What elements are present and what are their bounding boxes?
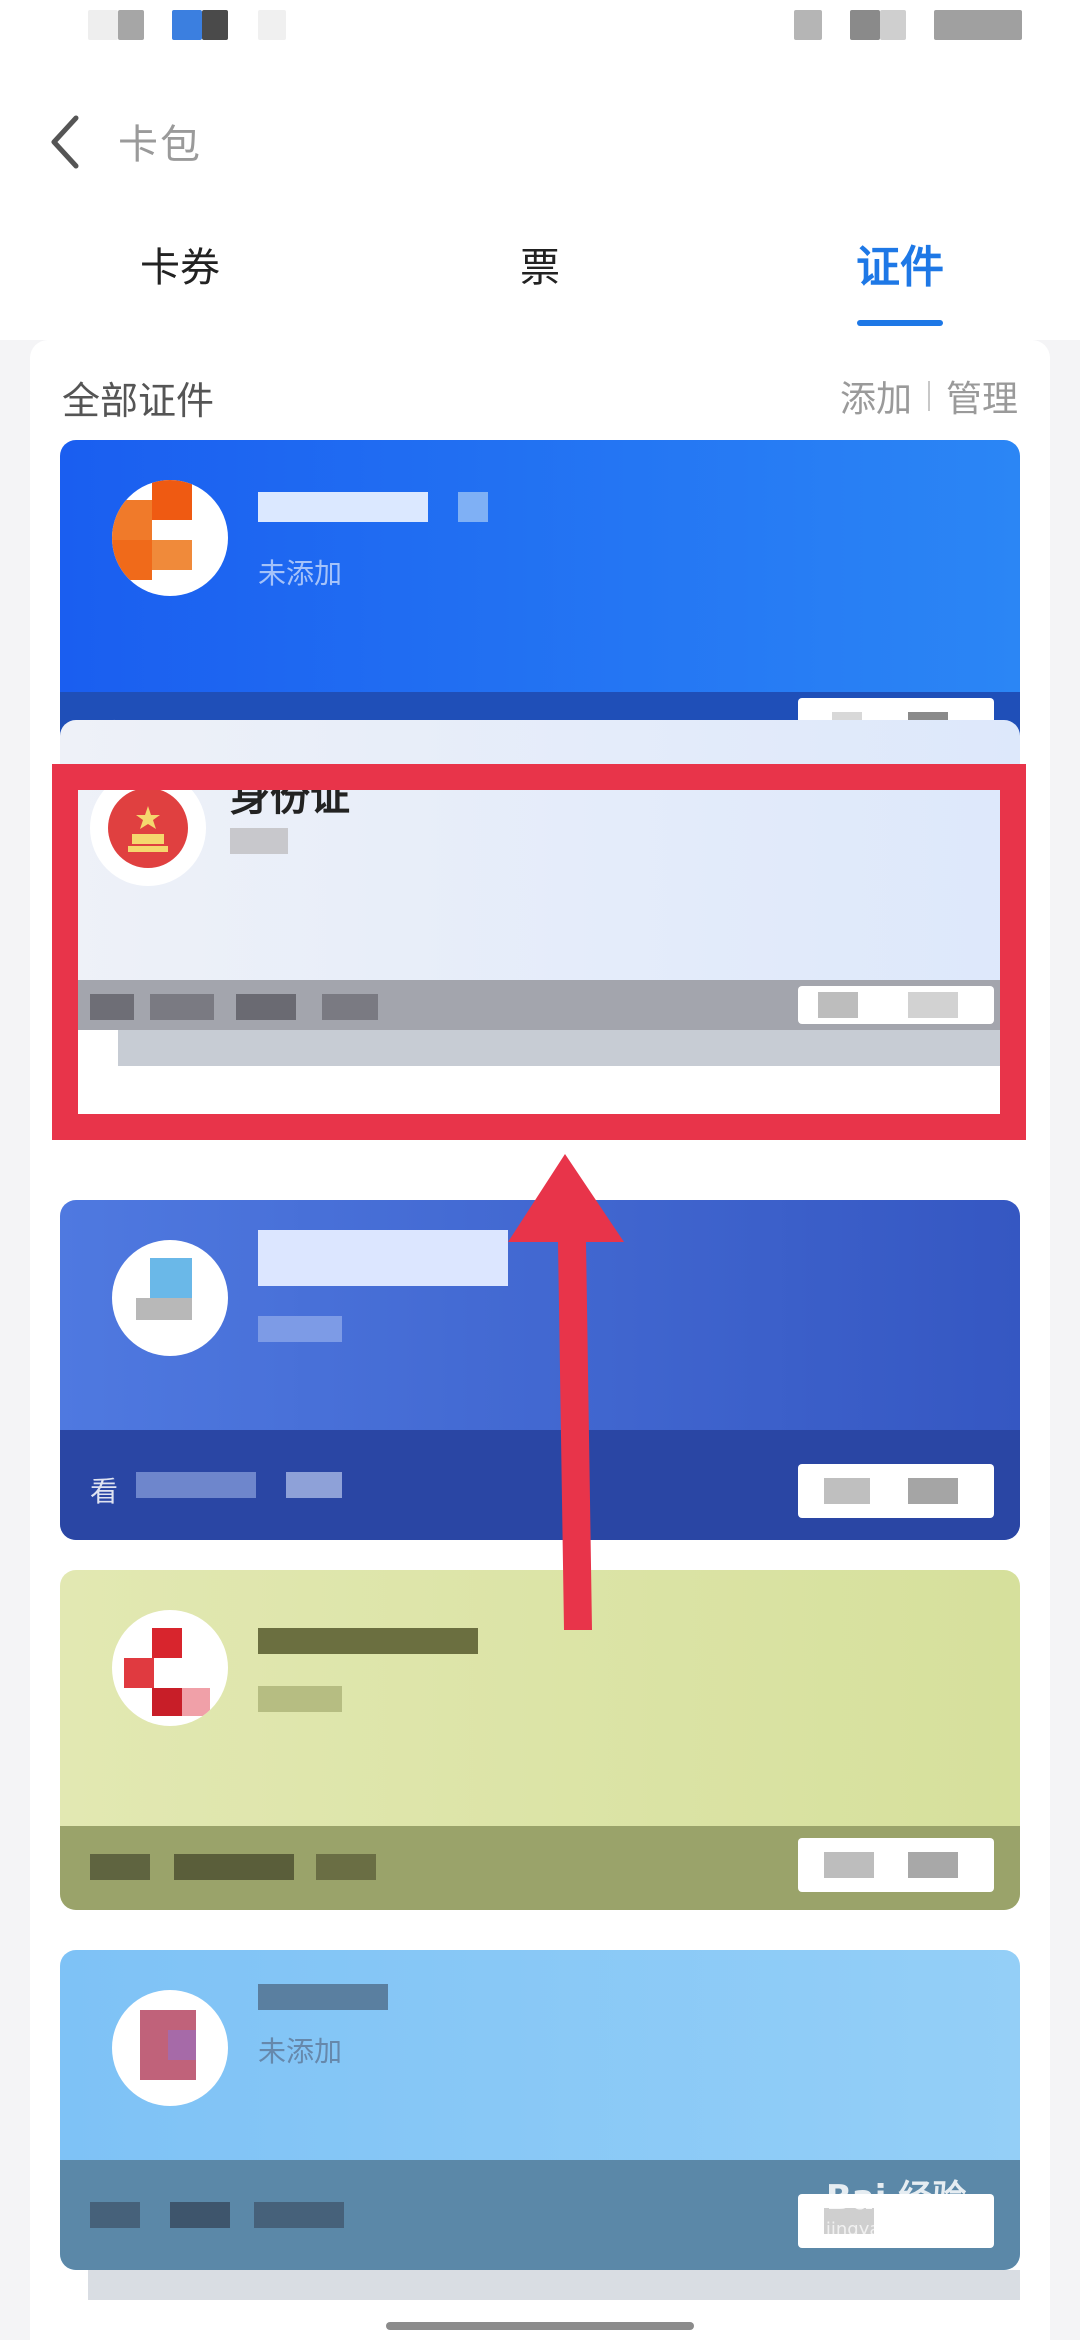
- status-icon: [880, 10, 906, 40]
- app-header: 卡包 卡券 票 证件: [0, 60, 1080, 340]
- status-icon: [202, 10, 228, 40]
- card-footer-redacted: [90, 2202, 140, 2228]
- manage-button[interactable]: 管理: [946, 370, 1018, 422]
- card-status: 未添加: [258, 557, 343, 590]
- section-actions: 添加 管理: [840, 370, 1018, 422]
- card-name-redacted: [258, 1230, 508, 1286]
- card-logo-icon: [112, 1610, 228, 1726]
- certificate-card[interactable]: 未添加 Bai 经验 jingyan.baidu.com: [60, 1950, 1020, 2270]
- back-button[interactable]: [36, 102, 96, 182]
- tab-coupons[interactable]: 卡券: [120, 220, 240, 330]
- card-status: 未添加: [258, 2035, 343, 2068]
- battery-icon: [934, 10, 1022, 40]
- card-footer-label: 看: [90, 1475, 119, 1508]
- divider: [927, 381, 930, 411]
- card-footer-redacted: [254, 2202, 344, 2228]
- card-footer-redacted: [90, 1854, 150, 1880]
- section-title: 全部证件: [62, 379, 215, 423]
- card-sub-redacted: [258, 1316, 342, 1342]
- tab-label: 卡券: [140, 245, 220, 291]
- card-name-redacted: [258, 1628, 478, 1654]
- card-footer-redacted: [316, 1854, 376, 1880]
- baidu-watermark: Bai 经验 jingyan.baidu.com: [826, 2170, 992, 2240]
- card-logo-icon: [112, 1990, 228, 2106]
- highlight-box: [52, 764, 1026, 1140]
- tab-label: 票: [520, 245, 560, 291]
- home-indicator[interactable]: [386, 2322, 694, 2330]
- page-title: 卡包: [118, 122, 202, 168]
- watermark-url: jingyan.baidu.com: [825, 2219, 992, 2240]
- card-logo-icon: [112, 1240, 228, 1356]
- status-icon: [172, 10, 202, 40]
- status-icon: [850, 10, 880, 40]
- card-footer-redacted: [170, 2202, 230, 2228]
- card-name-redacted: [258, 1984, 388, 2010]
- tab-tickets[interactable]: 票: [490, 220, 590, 330]
- tab-bar: 卡券 票 证件: [0, 220, 1080, 330]
- up-arrow-icon: [508, 1154, 624, 1630]
- card-name-redacted: [458, 492, 488, 522]
- status-bar: [0, 0, 1080, 60]
- card-logo-icon: [112, 480, 228, 596]
- status-icon: [794, 10, 822, 40]
- tab-certificates[interactable]: 证件: [840, 220, 960, 330]
- card-stack-shadow: [88, 2270, 1020, 2300]
- tab-active-indicator: [857, 320, 943, 326]
- status-icon: [118, 10, 144, 40]
- card-footer-redacted: [174, 1854, 294, 1880]
- card-action-tag[interactable]: [798, 1838, 994, 1892]
- status-icon: [258, 10, 286, 40]
- tab-label: 证件: [856, 242, 944, 293]
- card-name-redacted: [258, 492, 428, 522]
- card-footer-redacted: [286, 1472, 342, 1498]
- add-button[interactable]: 添加: [840, 370, 912, 422]
- card-footer: [60, 1826, 1020, 1910]
- card-action-tag[interactable]: [798, 1464, 994, 1518]
- card-footer-redacted: [136, 1472, 256, 1498]
- card-sub-redacted: [258, 1686, 342, 1712]
- watermark-text: Bai 经验: [825, 2178, 967, 2218]
- status-icon: [88, 10, 118, 40]
- chevron-left-icon: [51, 115, 79, 169]
